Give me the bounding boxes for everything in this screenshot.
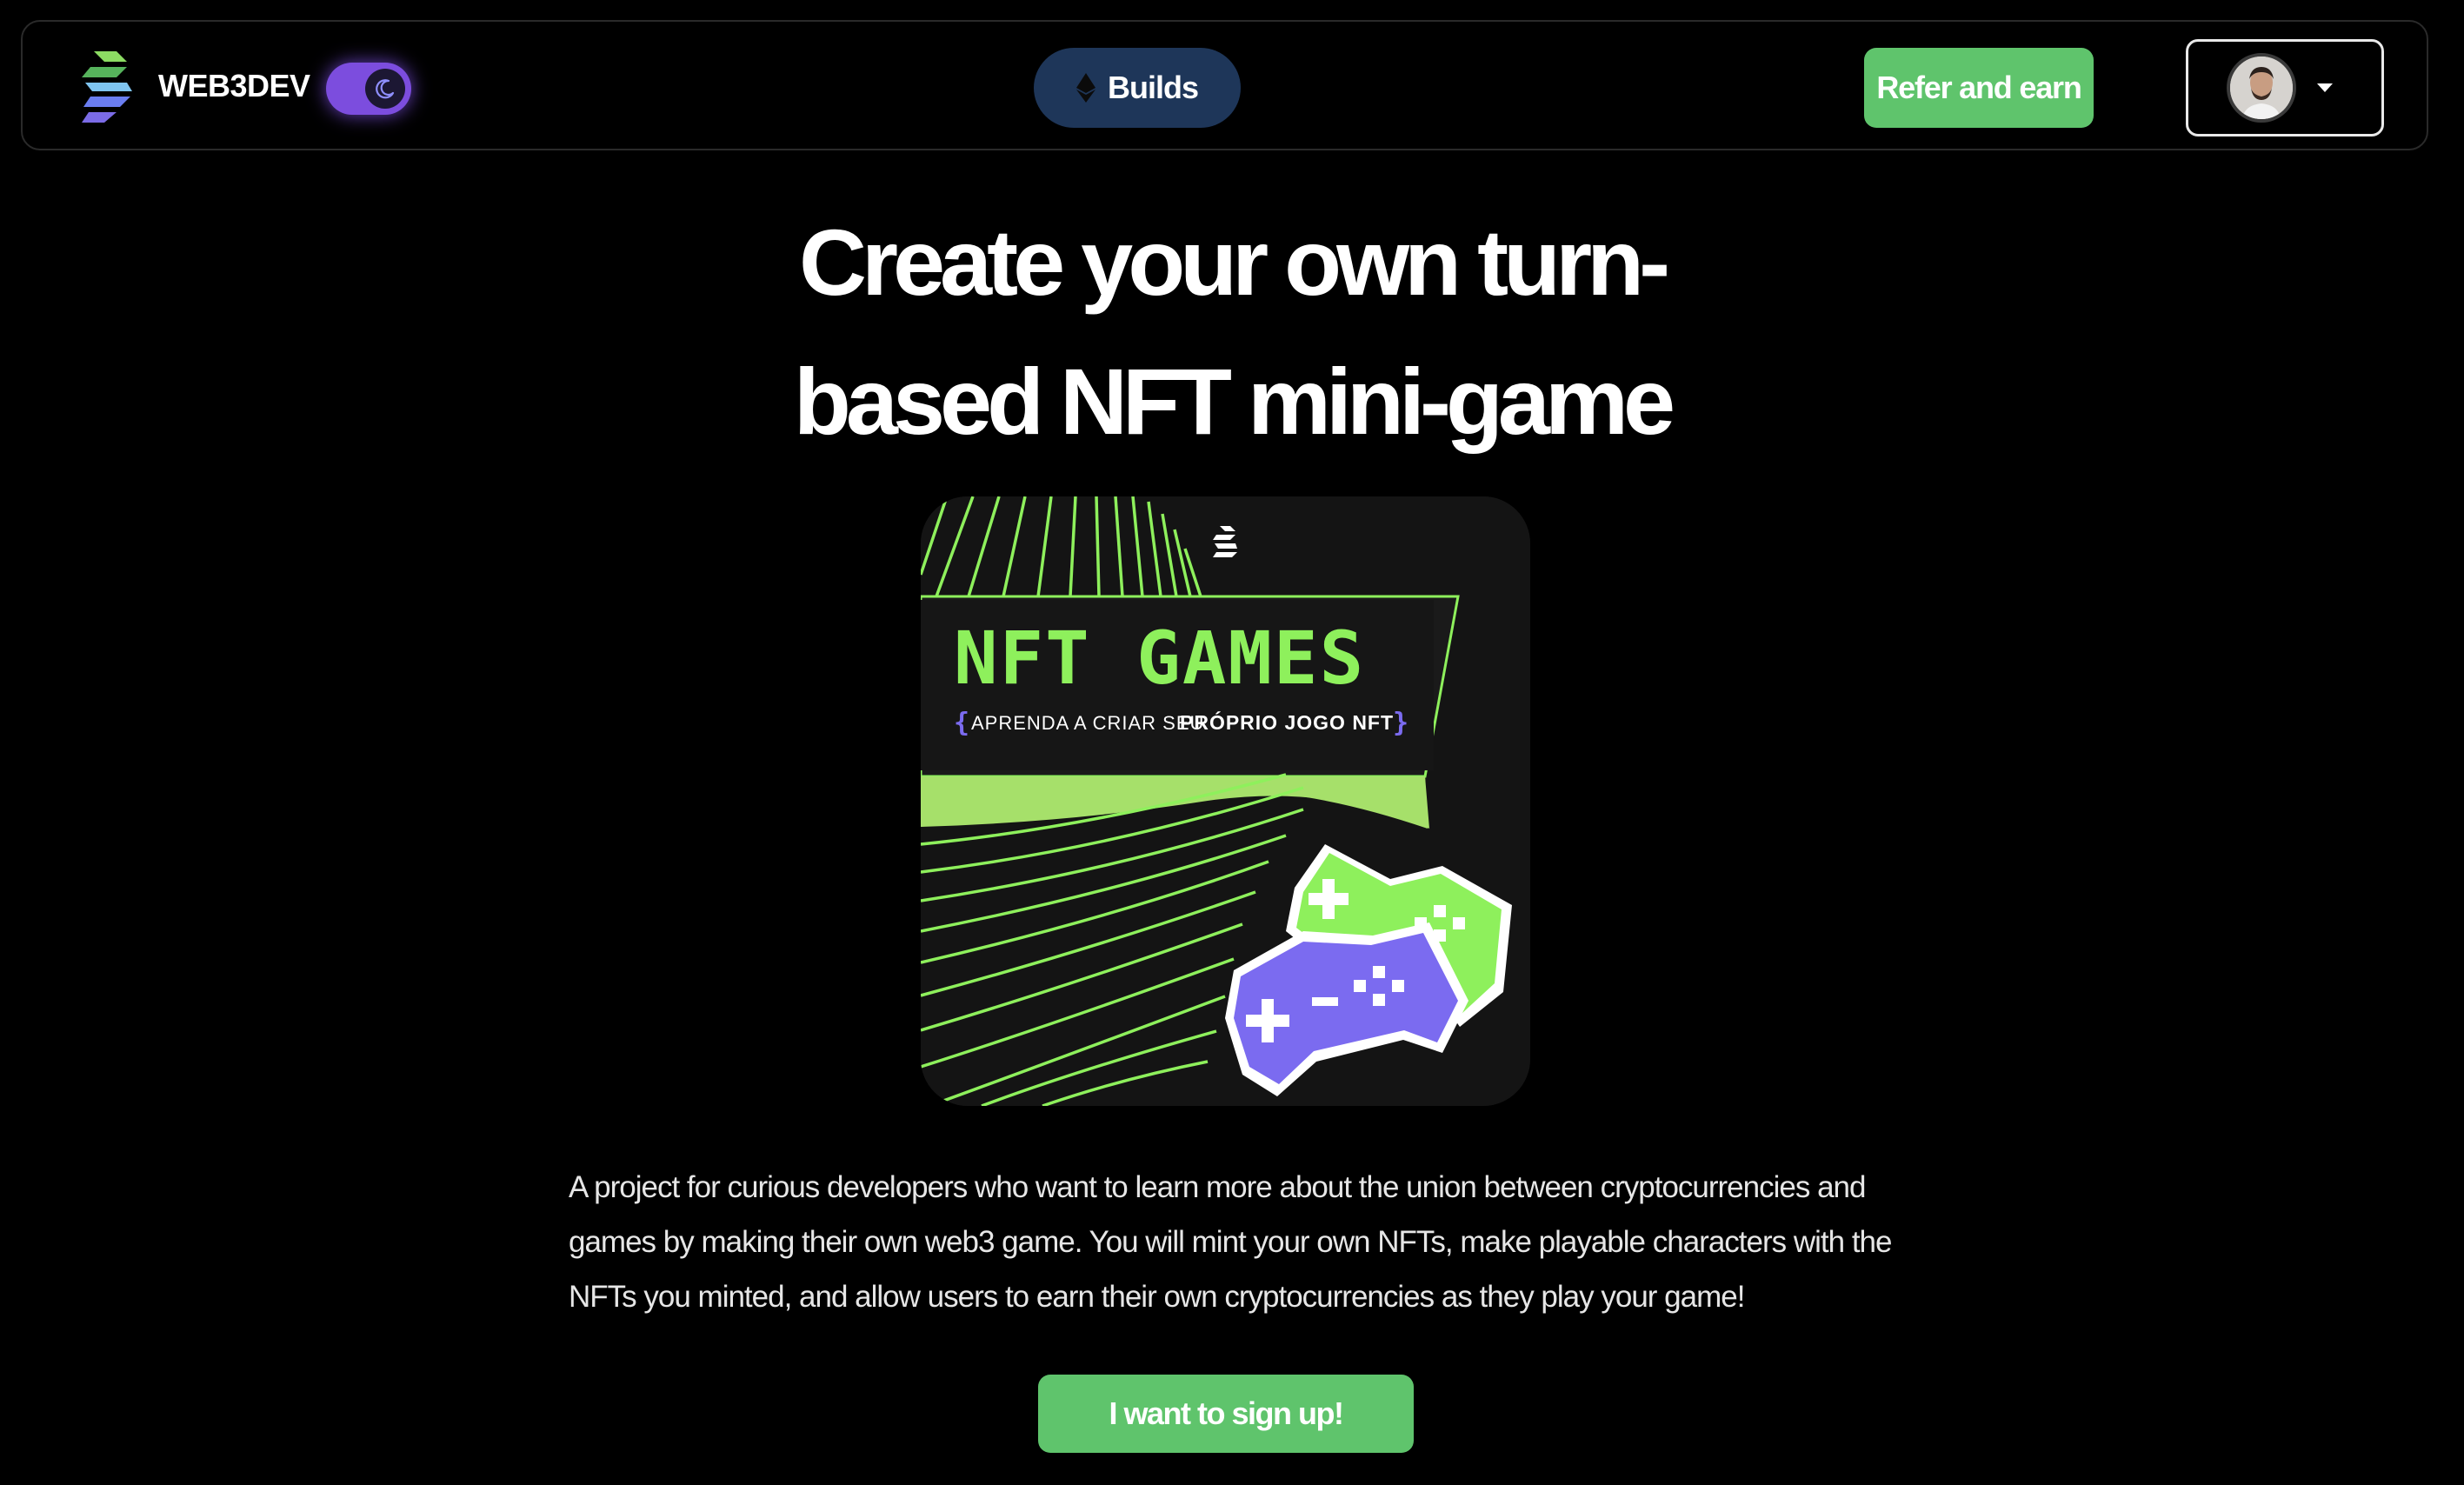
banner-headline: NFT GAMES: [954, 616, 1365, 701]
toggle-knob: [365, 69, 405, 109]
moon-icon: [376, 79, 395, 99]
nft-games-banner-image: NFT GAMES { APRENDA A CRIAR SEU PRÓPRIO …: [921, 496, 1530, 1106]
theme-toggle[interactable]: [326, 63, 411, 115]
svg-text:{: {: [954, 708, 969, 738]
title-line-2: based NFT mini-game: [793, 349, 1675, 454]
banner-tagline-bold: PRÓPRIO JOGO NFT: [1180, 710, 1394, 734]
sign-up-button[interactable]: I want to sign up!: [1038, 1375, 1414, 1453]
profile-menu-button[interactable]: [2186, 39, 2384, 137]
brand-name: WEB3DEV: [158, 68, 310, 103]
brand[interactable]: WEB3DEV: [82, 48, 310, 124]
banner-tagline-prefix: APRENDA A CRIAR SEU: [971, 712, 1204, 734]
ethereum-icon: [1076, 73, 1095, 103]
top-navbar: WEB3DEV Builds Refer and earn: [21, 20, 2428, 150]
title-line-1: Create your own turn-: [798, 210, 1670, 315]
user-portrait-icon: [2230, 57, 2293, 119]
project-description: A project for curious developers who wan…: [569, 1170, 1892, 1314]
builds-button[interactable]: Builds: [1034, 48, 1241, 128]
svg-text:}: }: [1393, 708, 1408, 738]
page-title: Create your own turn- based NFT mini-gam…: [623, 193, 1841, 471]
web3dev-logo-icon: [82, 51, 132, 123]
refer-and-earn-button[interactable]: Refer and earn: [1864, 48, 2094, 128]
builds-label: Builds: [1107, 70, 1199, 105]
avatar: [2227, 53, 2296, 123]
page: WEB3DEV Builds Refer and earn Create you…: [0, 0, 2464, 1485]
chevron-down-icon: [2317, 83, 2333, 92]
